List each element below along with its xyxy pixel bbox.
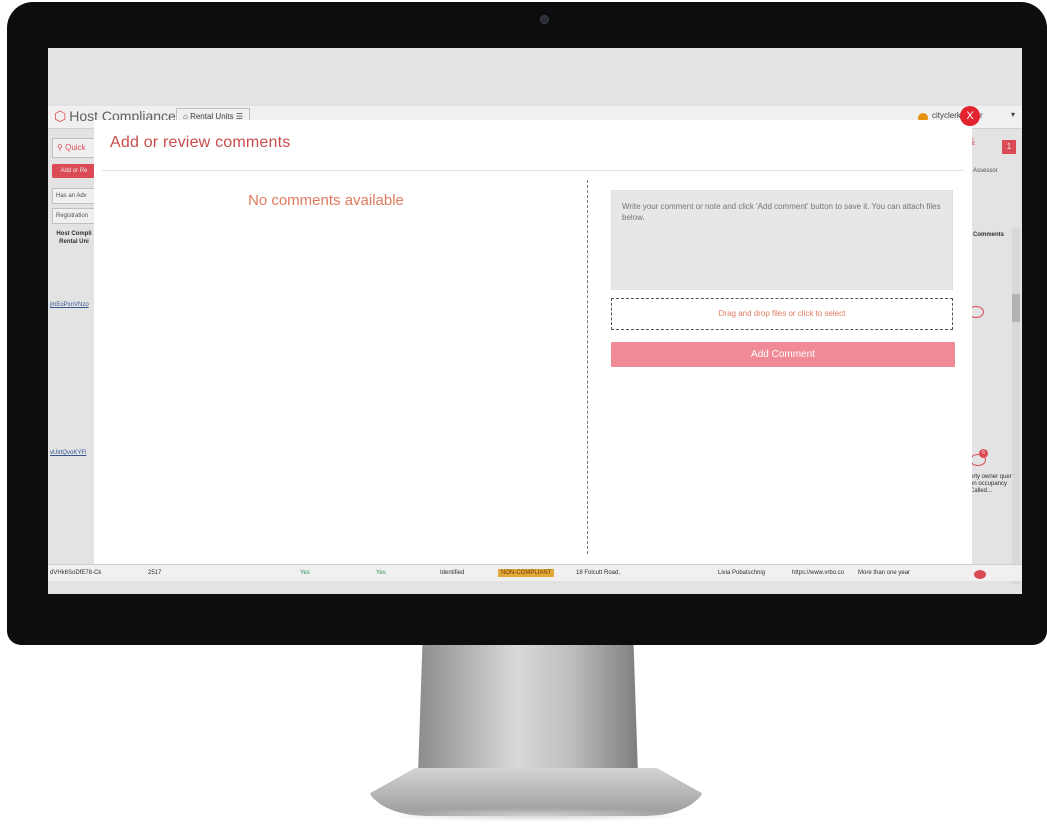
close-button[interactable]: X xyxy=(960,106,980,126)
comments-modal: Add or review comments No comments avail… xyxy=(94,120,972,564)
divider xyxy=(102,170,964,171)
stand-shadow xyxy=(380,808,692,822)
column-divider xyxy=(587,180,588,554)
add-comment-button[interactable]: Add Comment xyxy=(611,342,955,367)
screen: ⬡ Host Compliance ⌂ Rental Units ☰ citycl… xyxy=(48,48,1022,594)
monitor-stand-neck xyxy=(418,645,638,775)
empty-comments-message: No comments available xyxy=(248,192,404,209)
camera-icon xyxy=(540,15,549,24)
comment-textarea[interactable] xyxy=(611,190,953,290)
modal-title: Add or review comments xyxy=(110,134,291,151)
file-dropzone[interactable]: Drag and drop files or click to select xyxy=(611,298,953,330)
